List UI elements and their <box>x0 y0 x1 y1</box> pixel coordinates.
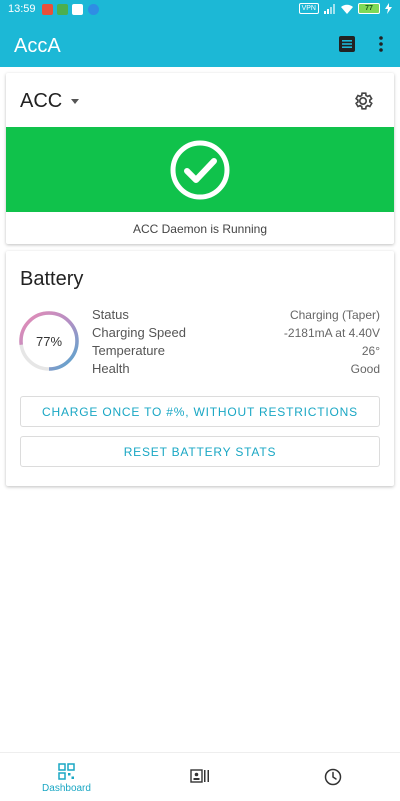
reset-battery-stats-button[interactable]: RESET BATTERY STATS <box>20 436 380 467</box>
nav-item-dashboard[interactable]: Dashboard <box>0 753 133 801</box>
more-vert-icon[interactable] <box>371 34 391 54</box>
gear-icon[interactable] <box>352 90 374 112</box>
signal-icon <box>324 3 335 14</box>
daemon-status-text: ACC Daemon is Running <box>132 222 268 236</box>
schedule-icon <box>324 768 341 786</box>
status-value: Charging (Taper) <box>289 308 380 322</box>
notification-icon <box>88 4 99 15</box>
chevron-down-icon[interactable] <box>71 99 79 104</box>
acc-profile-selector[interactable]: ACC <box>20 90 62 113</box>
bottom-navigation: Dashboard <box>0 752 400 800</box>
charging-speed-label: Charging Speed <box>92 325 186 340</box>
wifi-icon <box>341 4 353 14</box>
charge-once-button[interactable]: CHARGE ONCE TO #%, WITHOUT RESTRICTIONS <box>20 396 380 427</box>
temperature-label: Temperature <box>92 343 165 358</box>
status-label: Status <box>92 307 129 322</box>
notification-icon <box>72 4 83 15</box>
charging-speed-value: -2181mA at 4.40V <box>283 326 380 340</box>
acc-card: ACC ACC Daemon is Running <box>6 73 394 244</box>
nav-item-schedule[interactable] <box>266 753 399 801</box>
battery-percent: 77% <box>35 333 63 349</box>
battery-status-icon: 77 <box>358 3 380 14</box>
health-value: Good <box>350 362 380 376</box>
daemon-status-banner <box>6 127 394 212</box>
nav-item-profiles[interactable] <box>133 753 266 801</box>
app-header: 13:59 VPN 77 AccA <box>0 0 400 67</box>
nav-label-dashboard: Dashboard <box>42 783 91 794</box>
temperature-value: 26° <box>361 344 380 358</box>
battery-card: Battery 77% Status Charging (Taper) Char… <box>6 251 394 486</box>
charging-icon <box>385 3 392 14</box>
list-icon[interactable] <box>337 34 357 54</box>
battery-card-title: Battery <box>20 268 84 290</box>
notification-icon <box>42 4 53 15</box>
vpn-icon: VPN <box>298 3 319 14</box>
check-circle-icon <box>170 140 230 199</box>
app-title: AccA <box>14 35 61 57</box>
status-bar: 13:59 VPN 77 <box>0 0 400 20</box>
dashboard-icon <box>57 763 75 780</box>
health-label: Health <box>92 361 130 376</box>
notification-icon <box>57 4 68 15</box>
status-time: 13:59 <box>8 3 36 15</box>
profiles-icon <box>189 769 209 783</box>
